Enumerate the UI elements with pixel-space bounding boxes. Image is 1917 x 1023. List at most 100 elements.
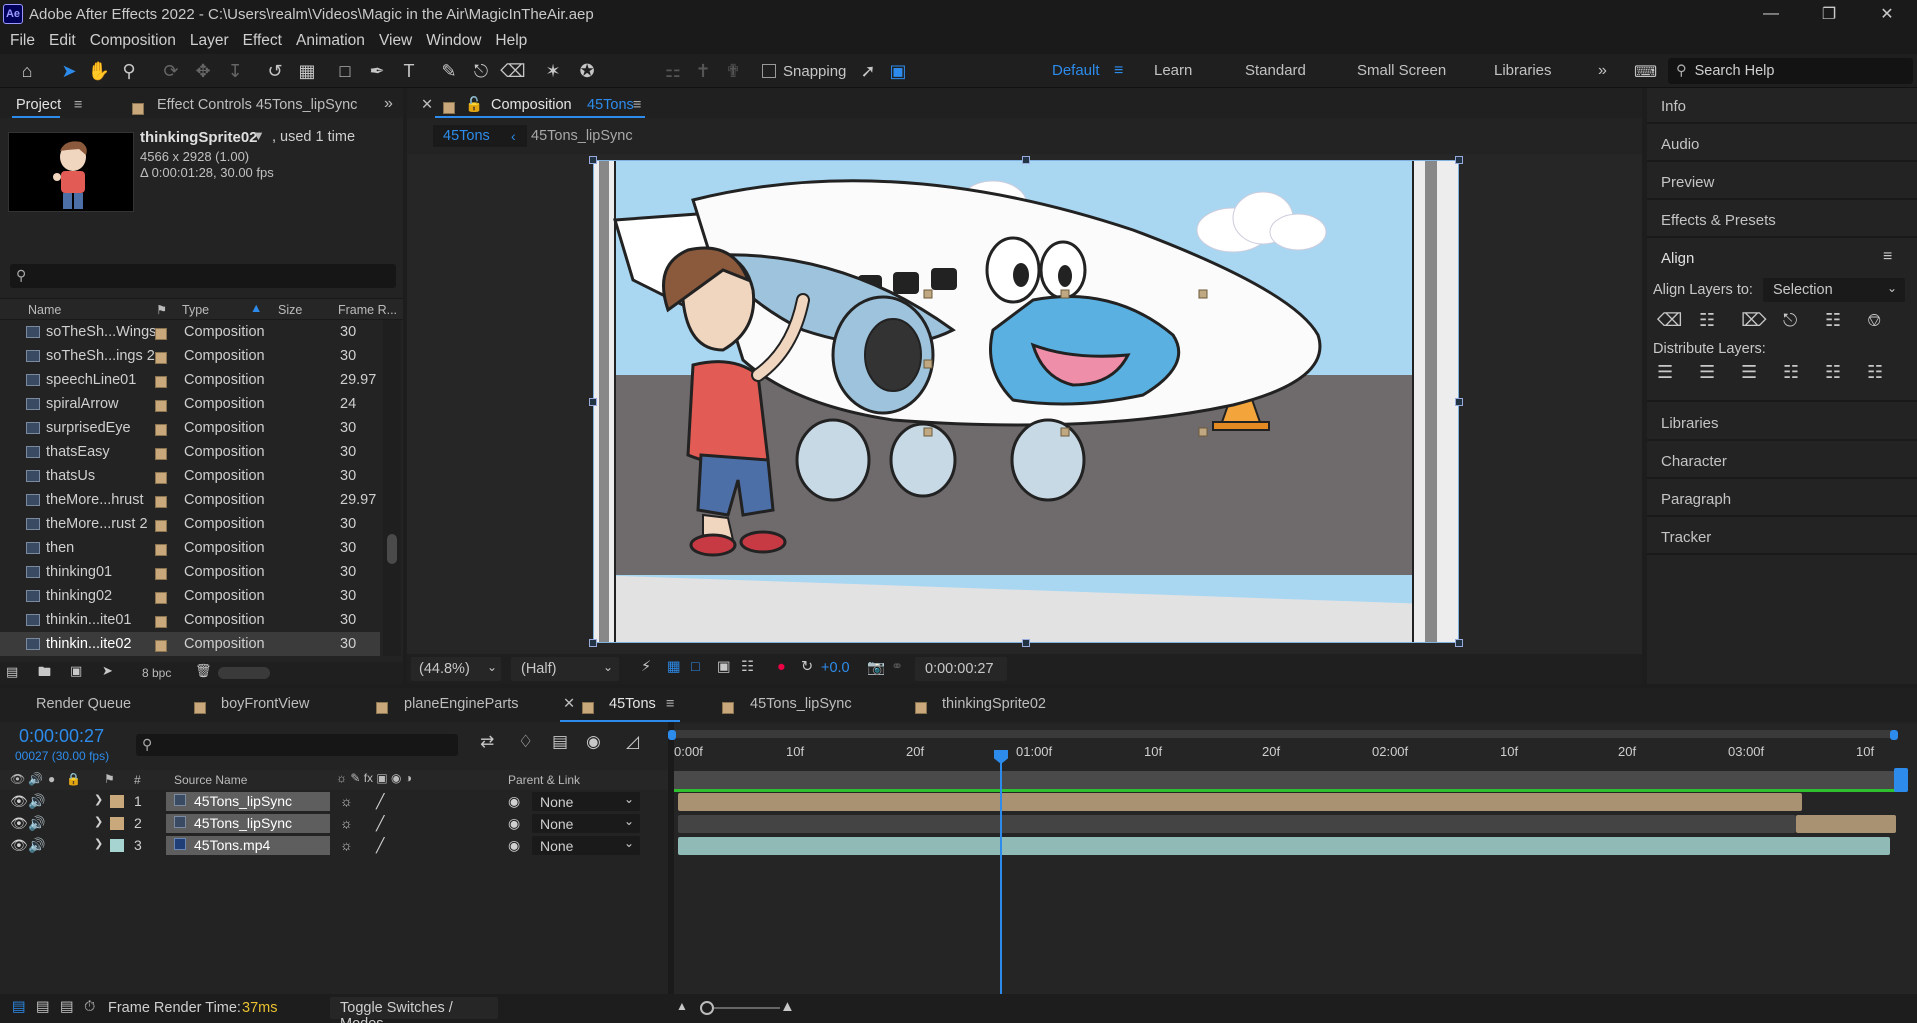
composition-canvas[interactable] bbox=[593, 160, 1459, 643]
snapping-checkbox[interactable] bbox=[762, 64, 776, 78]
selection-tool-icon[interactable]: ➤ bbox=[56, 59, 82, 83]
dolly-camera-icon[interactable]: ↧ bbox=[222, 59, 248, 83]
layer-1-duration-bar[interactable] bbox=[678, 793, 1802, 811]
workspace-menu-icon[interactable]: ≡ bbox=[1114, 62, 1123, 80]
transfer-controls-icon[interactable]: ▤ bbox=[36, 999, 50, 1015]
video-visibility-icon[interactable]: 👁 bbox=[10, 837, 28, 854]
timeline-current-time[interactable]: 0:00:00:27 bbox=[19, 726, 104, 747]
project-scrollbar-thumb[interactable] bbox=[387, 534, 397, 564]
project-list-item[interactable]: spiralArrow Composition 24 bbox=[0, 392, 380, 416]
tab-thinkingsprite02[interactable]: thinkingSprite02 bbox=[942, 696, 1046, 712]
panel-tracker[interactable]: Tracker bbox=[1661, 529, 1711, 546]
audio-icon[interactable]: 🔊 bbox=[28, 793, 45, 810]
tab-composition[interactable]: Composition bbox=[491, 97, 572, 113]
distribute-horizontal-center-icon[interactable]: ☷ bbox=[1825, 362, 1841, 383]
panel-paragraph[interactable]: Paragraph bbox=[1661, 491, 1731, 508]
layer-name[interactable]: 45Tons.mp4 bbox=[194, 837, 270, 853]
sort-ascending-icon[interactable]: ▲ bbox=[250, 301, 262, 315]
align-bottom-icon[interactable]: ⎊ bbox=[1867, 310, 1881, 331]
workspace-learn[interactable]: Learn bbox=[1154, 62, 1192, 79]
transform-handle[interactable] bbox=[1022, 639, 1030, 647]
time-ruler[interactable]: 0:00f 10f 20f 01:00f 10f 20f 02:00f 10f … bbox=[674, 740, 1896, 770]
transform-handle[interactable] bbox=[1455, 398, 1463, 406]
type-tool-icon[interactable]: T bbox=[396, 59, 422, 83]
work-area-start-handle[interactable] bbox=[668, 730, 676, 740]
puppet-pin-tool-icon[interactable]: ✪ bbox=[574, 59, 600, 83]
layer-row[interactable]: 👁 🔊 ❯ 3 45Tons.mp4 ☼ ╱ ◉ None ⌄ bbox=[0, 835, 670, 856]
menu-animation[interactable]: Animation bbox=[296, 32, 365, 50]
local-axis-icon[interactable]: ✝ bbox=[690, 59, 716, 83]
tab-45tons[interactable]: 45Tons bbox=[609, 696, 656, 712]
snap-target-icon[interactable]: ▣ bbox=[886, 59, 910, 83]
orbit-camera-icon[interactable]: ⟳ bbox=[158, 59, 184, 83]
playhead-line[interactable] bbox=[1000, 762, 1002, 994]
close-tab-icon[interactable]: ✕ bbox=[563, 696, 575, 712]
panel-character[interactable]: Character bbox=[1661, 453, 1727, 470]
lock-icon[interactable]: 🔓 bbox=[465, 96, 483, 113]
label-swatch[interactable] bbox=[110, 817, 124, 830]
quality-icon[interactable]: ╱ bbox=[376, 837, 384, 854]
menu-layer[interactable]: Layer bbox=[190, 32, 229, 50]
layer-switches-icon[interactable]: ▤ bbox=[12, 999, 26, 1015]
exposure-value[interactable]: +0.0 bbox=[821, 660, 850, 676]
panel-preview[interactable]: Preview bbox=[1661, 174, 1714, 191]
video-visibility-icon[interactable]: 👁 bbox=[10, 793, 28, 810]
workspace-default[interactable]: Default bbox=[1052, 62, 1100, 79]
expand-arrow-icon[interactable]: ❯ bbox=[94, 815, 103, 828]
motion-blur-icon[interactable]: ◉ bbox=[586, 732, 601, 752]
align-vertical-center-icon[interactable]: ☷ bbox=[1825, 310, 1841, 331]
tab-boyfrontview[interactable]: boyFrontView bbox=[221, 696, 309, 712]
breadcrumb-active[interactable]: 45Tons ‹ bbox=[433, 125, 527, 147]
workspace-edit-icon[interactable]: ⌨ bbox=[1634, 62, 1657, 82]
distribute-top-icon[interactable]: ☰ bbox=[1657, 362, 1673, 383]
panel-info[interactable]: Info bbox=[1661, 98, 1686, 115]
timeline-end-marker[interactable] bbox=[1894, 768, 1908, 792]
panel-audio[interactable]: Audio bbox=[1661, 136, 1699, 153]
collapse-transform-icon[interactable]: ☼ bbox=[340, 815, 353, 831]
workspace-small-screen[interactable]: Small Screen bbox=[1357, 62, 1446, 79]
thumbnail-size-slider[interactable] bbox=[218, 667, 270, 679]
menu-composition[interactable]: Composition bbox=[90, 32, 176, 50]
layer-2-duration-bar[interactable] bbox=[1796, 815, 1896, 833]
tab-planeengineparts[interactable]: planeEngineParts bbox=[404, 696, 518, 712]
tab-45tons-lipsync[interactable]: 45Tons_lipSync bbox=[750, 696, 852, 712]
work-area-end-handle[interactable] bbox=[1890, 730, 1898, 740]
align-horizontal-center-icon[interactable]: ☷ bbox=[1699, 310, 1715, 331]
rectangle-tool-icon[interactable]: □ bbox=[332, 59, 358, 83]
tab-project[interactable]: Project bbox=[16, 97, 61, 113]
column-type[interactable]: Type bbox=[182, 303, 209, 317]
workspace-standard[interactable]: Standard bbox=[1245, 62, 1306, 79]
tab-composition-name[interactable]: 45Tons bbox=[587, 97, 634, 113]
composition-mini-flowchart-icon[interactable]: ⇄ bbox=[480, 732, 494, 752]
panel-align[interactable]: Align bbox=[1661, 250, 1694, 267]
brush-tool-icon[interactable]: ✎ bbox=[436, 59, 462, 83]
workspace-libraries[interactable]: Libraries bbox=[1494, 62, 1552, 79]
frame-blending-icon[interactable]: ▤ bbox=[552, 732, 568, 752]
layer-row[interactable]: 👁 🔊 ❯ 2 45Tons_lipSync ☼ ╱ ◉ None ⌄ bbox=[0, 813, 670, 834]
parent-dropdown[interactable]: None ⌄ bbox=[532, 836, 640, 855]
world-axis-icon[interactable]: ✟ bbox=[720, 59, 746, 83]
panel-effects-presets[interactable]: Effects & Presets bbox=[1661, 212, 1776, 229]
new-composition-icon[interactable]: ▣ bbox=[70, 663, 82, 679]
column-parent-link[interactable]: Parent & Link bbox=[508, 773, 580, 787]
column-name[interactable]: Name bbox=[28, 303, 61, 317]
project-list-item[interactable]: thinking02 Composition 30 bbox=[0, 584, 380, 608]
tab-effect-controls[interactable]: Effect Controls 45Tons_lipSync bbox=[157, 97, 357, 113]
clone-stamp-tool-icon[interactable]: ⎋ bbox=[468, 59, 494, 83]
transform-handle[interactable] bbox=[589, 398, 597, 406]
project-list-item[interactable]: soTheSh...ings 2 Composition 30 bbox=[0, 344, 380, 368]
pick-whip-icon[interactable]: ◉ bbox=[508, 793, 520, 810]
snapshot-icon[interactable]: 📷 bbox=[867, 659, 885, 676]
close-window-button[interactable]: ✕ bbox=[1858, 0, 1916, 28]
region-of-interest-icon[interactable]: ▣ bbox=[717, 659, 731, 675]
fast-previews-icon[interactable]: ⚡ bbox=[641, 659, 651, 675]
transform-handle[interactable] bbox=[1455, 156, 1463, 164]
item-usage-dropdown-icon[interactable]: ▼ bbox=[252, 128, 265, 143]
panel-libraries[interactable]: Libraries bbox=[1661, 415, 1719, 432]
project-list-item[interactable]: thinking01 Composition 30 bbox=[0, 560, 380, 584]
roto-brush-tool-icon[interactable]: ✶ bbox=[540, 59, 566, 83]
delete-icon[interactable]: 🗑 bbox=[195, 663, 212, 679]
project-list-item[interactable]: theMore...hrust Composition 29.97 bbox=[0, 488, 380, 512]
resolution-dropdown[interactable]: (Half) ⌄ bbox=[511, 657, 619, 681]
collapse-transform-icon[interactable]: ☼ bbox=[340, 793, 353, 809]
